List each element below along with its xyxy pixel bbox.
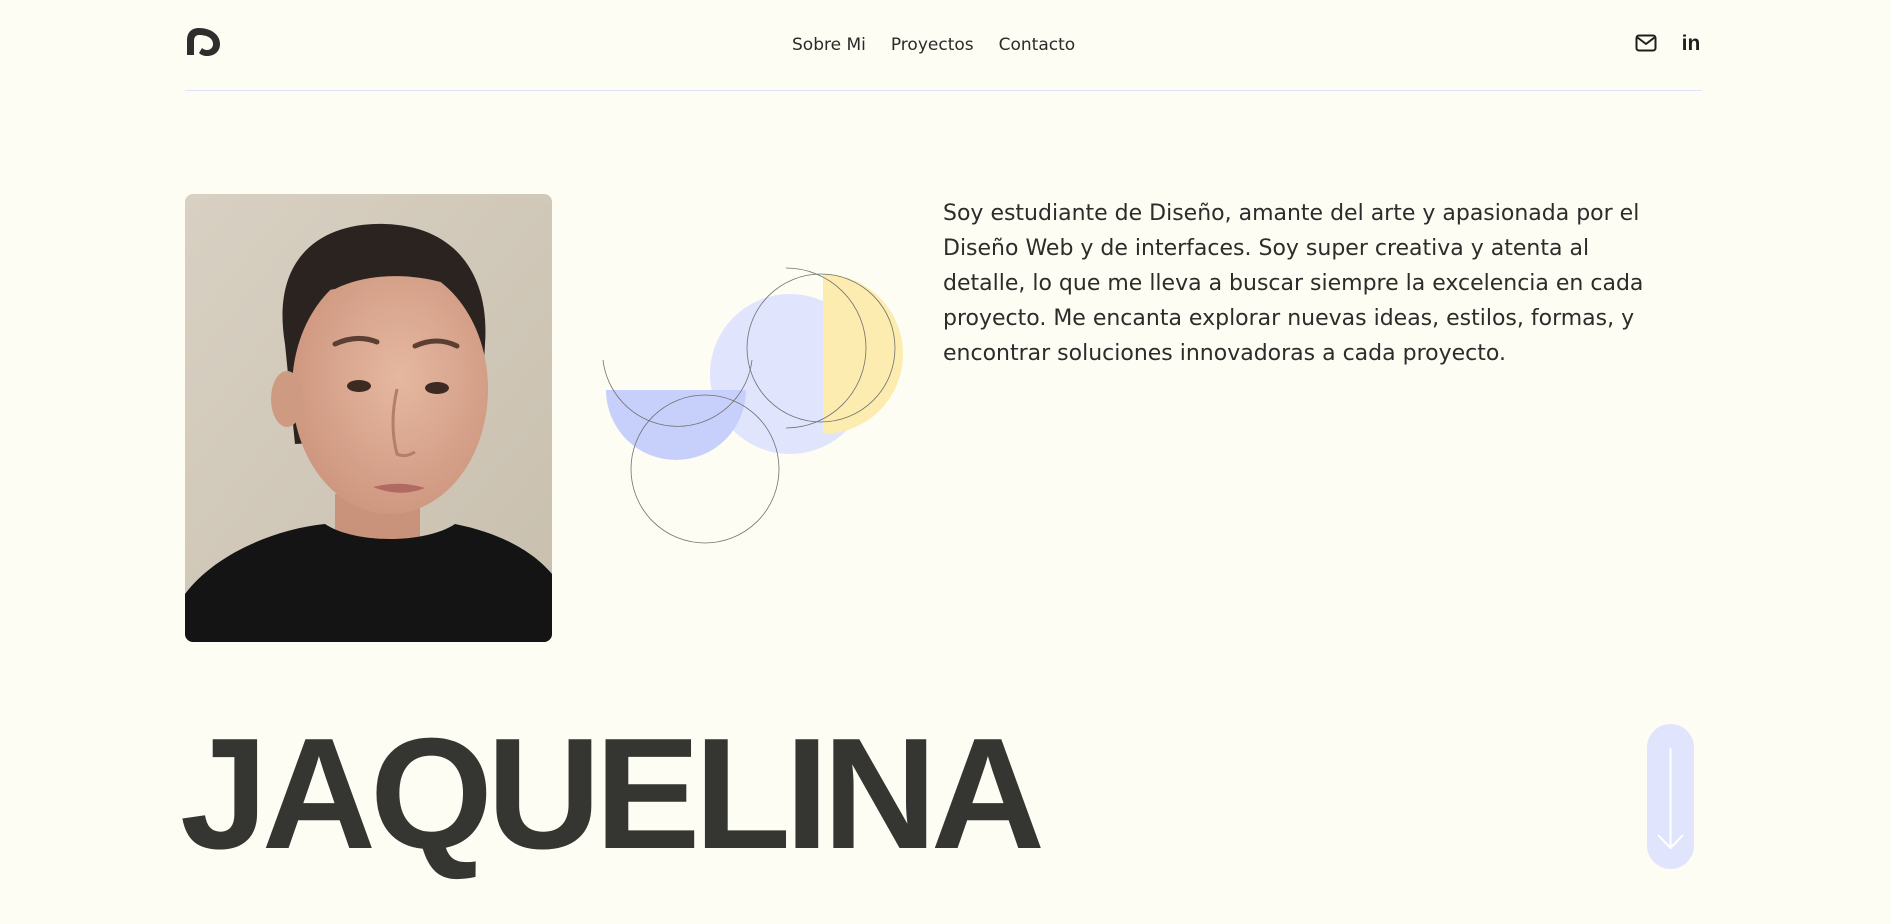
bio-text: Soy estudiante de Diseño, amante del art… bbox=[943, 201, 1644, 366]
brand-logo-icon[interactable] bbox=[185, 19, 223, 57]
yellow-half-circle bbox=[823, 274, 903, 434]
nav-link-contact[interactable]: Contacto bbox=[999, 35, 1076, 55]
envelope-icon[interactable] bbox=[1635, 32, 1657, 54]
hero-name: JAQUELINA bbox=[180, 706, 1045, 882]
arrow-down-icon bbox=[1657, 748, 1684, 850]
portrait-illustration bbox=[185, 194, 552, 642]
social-links: in bbox=[1635, 32, 1702, 54]
main-nav: Sobre Mi Proyectos Contacto bbox=[792, 34, 1075, 56]
nav-link-about[interactable]: Sobre Mi bbox=[792, 35, 866, 55]
profile-photo bbox=[185, 194, 552, 642]
decorative-shapes bbox=[602, 267, 903, 544]
nav-link-projects[interactable]: Proyectos bbox=[891, 35, 974, 55]
site-header: Sobre Mi Proyectos Contacto in bbox=[185, 0, 1702, 91]
linkedin-icon[interactable]: in bbox=[1680, 32, 1702, 54]
linkedin-text: in bbox=[1682, 32, 1701, 54]
scroll-down-button[interactable] bbox=[1647, 724, 1694, 869]
